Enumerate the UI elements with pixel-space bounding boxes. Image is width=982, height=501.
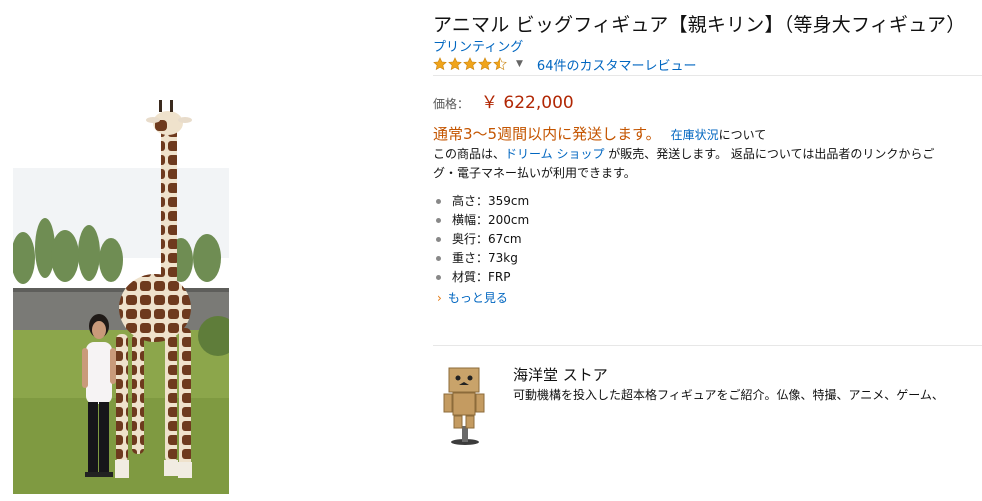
seller-info: この商品は、ドリーム ショップ が販売、発送します。 返品については出品者のリン… — [433, 145, 934, 162]
spec-text: 横幅：200cm — [452, 213, 530, 227]
payment-note: グ・電子マネー払いが利用できます。 — [433, 166, 636, 180]
see-more-label: もっと見る — [447, 291, 508, 305]
seller-prefix: この商品は、 — [433, 147, 506, 161]
spec-list: 高さ：359cm 横幅：200cm 奥行：67cm 重さ：73kg 材質：FRP — [433, 193, 529, 288]
star-half-icon — [493, 57, 507, 71]
spec-text: 奥行：67cm — [452, 232, 522, 246]
price-row: 価格： ￥ 622,000 — [433, 88, 574, 113]
spec-text: 材質：FRP — [452, 270, 511, 284]
see-more-link[interactable]: › もっと見る — [437, 289, 508, 306]
spec-item: 材質：FRP — [433, 269, 529, 288]
spec-item: 横幅：200cm — [433, 212, 529, 231]
stock-status-link[interactable]: 在庫状況 — [671, 126, 719, 143]
store-card[interactable]: 海洋堂 ストア 可動機構を投入した超本格フィギュアをご紹介。仏像、特撮、アニメ、… — [433, 358, 982, 448]
spec-item: 高さ：359cm — [433, 193, 529, 212]
seller-link[interactable]: ドリーム ショップ — [505, 147, 604, 161]
danboard-figure-icon — [443, 367, 485, 445]
rating-row: ▼ 64件のカスタマーレビュー — [433, 54, 696, 74]
bullet-icon — [436, 218, 441, 223]
price-label: 価格： — [433, 97, 470, 111]
seller-suffix: が販売、発送します。 返品については出品者のリンクからご — [604, 147, 935, 161]
star-icon — [478, 57, 492, 71]
star-icon — [448, 57, 462, 71]
product-main-image[interactable] — [13, 98, 229, 494]
availability-row: 通常3～5週間以内に発送します。 在庫状況 について — [433, 123, 766, 144]
product-detail: アニマル ビッグフィギュア【親キリン】（等身大フィギュア） プリンティング ▼ … — [433, 0, 982, 501]
brand-link[interactable]: プリンティング — [433, 36, 523, 55]
stock-status-suffix: について — [718, 128, 767, 142]
store-name[interactable]: 海洋堂 ストア — [513, 364, 608, 385]
divider — [433, 345, 982, 346]
shipping-estimate: 通常3～5週間以内に発送します。 — [433, 125, 661, 143]
bullet-icon — [436, 237, 441, 242]
caret-down-icon[interactable]: ▼ — [516, 59, 523, 69]
chevron-right-icon: › — [437, 290, 442, 305]
divider — [433, 75, 982, 76]
star-rating[interactable] — [433, 57, 508, 71]
store-description: 可動機構を投入した超本格フィギュアをご紹介。仏像、特撮、アニメ、ゲーム、 — [513, 388, 944, 402]
spec-text: 重さ：73kg — [452, 251, 518, 265]
spec-item: 重さ：73kg — [433, 250, 529, 269]
product-title: アニマル ビッグフィギュア【親キリン】（等身大フィギュア） — [433, 14, 966, 36]
bullet-icon — [436, 256, 441, 261]
bullet-icon — [436, 275, 441, 280]
price-value: ￥ 622,000 — [481, 93, 574, 113]
star-icon — [463, 57, 477, 71]
bullet-icon — [436, 199, 441, 204]
spec-item: 奥行：67cm — [433, 231, 529, 250]
star-icon — [433, 57, 447, 71]
spec-text: 高さ：359cm — [452, 194, 530, 208]
review-count-link[interactable]: 64件のカスタマーレビュー — [537, 55, 697, 74]
